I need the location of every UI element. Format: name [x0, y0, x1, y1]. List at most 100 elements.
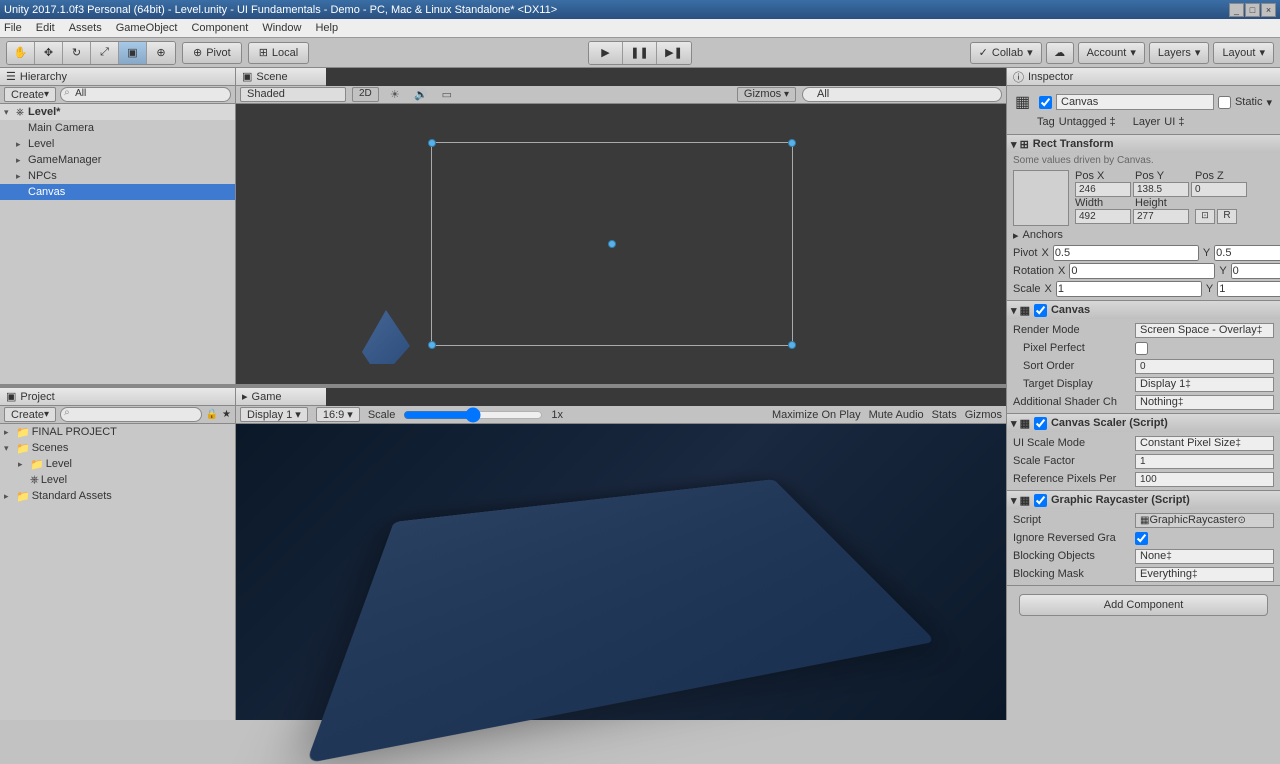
move-tool[interactable]: ✥ — [35, 42, 63, 64]
shader-channels-dropdown[interactable]: Nothing ‡ — [1135, 395, 1274, 410]
lighting-icon[interactable]: ☀ — [385, 87, 405, 102]
add-component-button[interactable]: Add Component — [1019, 594, 1268, 616]
hierarchy-item-selected[interactable]: Canvas — [0, 184, 235, 200]
blocking-objects-dropdown[interactable]: None ‡ — [1135, 549, 1274, 564]
project-item[interactable]: ▸📁 Level — [0, 456, 235, 472]
project-create[interactable]: Create ▾ — [4, 407, 56, 422]
display-dropdown[interactable]: Display 1 ▾ — [240, 407, 308, 422]
project-item[interactable]: ▸📁 FINAL PROJECT — [0, 424, 235, 440]
menu-file[interactable]: File — [4, 22, 22, 34]
favorite-icon[interactable]: ★ — [222, 409, 231, 420]
hierarchy-tab[interactable]: ☰ Hierarchy — [0, 68, 235, 86]
scene-tab[interactable]: ▣ Scene — [236, 68, 326, 86]
maximize-button[interactable]: □ — [1245, 3, 1260, 17]
scale-mode-dropdown[interactable]: Constant Pixel Size ‡ — [1135, 436, 1274, 451]
menu-gameobject[interactable]: GameObject — [116, 22, 178, 34]
graphic-raycaster-header[interactable]: ▾ ▦ Graphic Raycaster (Script) — [1007, 491, 1280, 509]
pixel-perfect-checkbox[interactable] — [1135, 342, 1148, 355]
cloud-button[interactable]: ☁ — [1046, 42, 1074, 64]
shading-mode[interactable]: Shaded — [240, 87, 346, 102]
posz-field[interactable] — [1191, 182, 1247, 197]
minimize-button[interactable]: _ — [1229, 3, 1244, 17]
project-item[interactable]: ⎈ Level — [0, 472, 235, 488]
hierarchy-item[interactable]: ▸NPCs — [0, 168, 235, 184]
play-button[interactable]: ▶ — [589, 42, 623, 64]
project-item[interactable]: ▾📁 Scenes — [0, 440, 235, 456]
menu-window[interactable]: Window — [262, 22, 301, 34]
audio-icon[interactable]: 🔊 — [411, 87, 431, 102]
inspector-tab[interactable]: ⓘ Inspector — [1007, 68, 1280, 86]
target-display-dropdown[interactable]: Display 1 ‡ — [1135, 377, 1274, 392]
pivot-handle[interactable] — [608, 240, 616, 248]
scale-slider[interactable] — [403, 407, 543, 423]
filter-icon[interactable]: 🔒 — [206, 409, 218, 420]
blueprint-toggle[interactable]: ⊡ — [1195, 209, 1215, 224]
fx-icon[interactable]: ▭ — [437, 87, 457, 102]
hierarchy-item[interactable]: ▸Level — [0, 136, 235, 152]
local-toggle[interactable]: ⊞ Local — [248, 42, 310, 64]
sort-order-field[interactable]: 0 — [1135, 359, 1274, 374]
canvas-enabled[interactable] — [1034, 304, 1047, 317]
close-button[interactable]: × — [1261, 3, 1276, 17]
pivot-y[interactable] — [1214, 245, 1280, 261]
hierarchy-item[interactable]: Main Camera — [0, 120, 235, 136]
blocking-mask-dropdown[interactable]: Everything ‡ — [1135, 567, 1274, 582]
width-field[interactable] — [1075, 209, 1131, 224]
rotate-tool[interactable]: ↻ — [63, 42, 91, 64]
layer-dropdown[interactable]: UI ‡ — [1164, 116, 1234, 128]
ref-pixels-field[interactable]: 100 — [1135, 472, 1274, 487]
aspect-dropdown[interactable]: 16:9 ▾ — [316, 407, 360, 422]
tag-dropdown[interactable]: Untagged ‡ — [1059, 116, 1129, 128]
posx-field[interactable] — [1075, 182, 1131, 197]
canvas-scaler-header[interactable]: ▾ ▦ Canvas Scaler (Script) — [1007, 414, 1280, 432]
layers-dropdown[interactable]: Layers ▾ — [1149, 42, 1210, 64]
scene-row[interactable]: ▾⎈Level* — [0, 104, 235, 120]
scene-view[interactable] — [236, 104, 1006, 384]
raycaster-enabled[interactable] — [1034, 494, 1047, 507]
active-checkbox[interactable] — [1039, 96, 1052, 109]
hierarchy-search[interactable]: All — [60, 87, 231, 102]
scale-x[interactable] — [1056, 281, 1202, 297]
scale-factor-field[interactable]: 1 — [1135, 454, 1274, 469]
anchor-preset[interactable] — [1013, 170, 1069, 226]
step-button[interactable]: ▶❚ — [657, 42, 691, 64]
pause-button[interactable]: ❚❚ — [623, 42, 657, 64]
transform-tool[interactable]: ⊕ — [147, 42, 175, 64]
rect-transform-header[interactable]: ▾ ⊞ Rect Transform — [1007, 135, 1280, 153]
menu-component[interactable]: Component — [191, 22, 248, 34]
project-search[interactable] — [60, 407, 202, 422]
hierarchy-create[interactable]: Create ▾ — [4, 87, 56, 102]
stats-toggle[interactable]: Stats — [932, 409, 957, 421]
rot-x[interactable] — [1069, 263, 1215, 279]
gizmos-dropdown[interactable]: Gizmos ▾ — [737, 87, 796, 102]
scale-tool[interactable]: ⤢ — [91, 42, 119, 64]
project-item[interactable]: ▸📁 Standard Assets — [0, 488, 235, 504]
render-mode-dropdown[interactable]: Screen Space - Overlay ‡ — [1135, 323, 1274, 338]
height-field[interactable] — [1133, 209, 1189, 224]
game-tab[interactable]: ▸ Game — [236, 388, 326, 406]
scaler-enabled[interactable] — [1034, 417, 1047, 430]
scene-search[interactable]: All — [802, 87, 1002, 102]
collab-dropdown[interactable]: ✓ Collab ▾ — [970, 42, 1042, 64]
account-dropdown[interactable]: Account ▾ — [1078, 42, 1145, 64]
2d-toggle[interactable]: 2D — [352, 87, 379, 102]
menu-assets[interactable]: Assets — [69, 22, 102, 34]
canvas-component-header[interactable]: ▾ ▦ Canvas — [1007, 301, 1280, 319]
posy-field[interactable] — [1133, 182, 1189, 197]
layout-dropdown[interactable]: Layout ▾ — [1213, 42, 1274, 64]
ignore-reversed-checkbox[interactable] — [1135, 532, 1148, 545]
pivot-toggle[interactable]: ⊕ Pivot — [182, 42, 242, 64]
mute-audio[interactable]: Mute Audio — [869, 409, 924, 421]
scale-y[interactable] — [1217, 281, 1280, 297]
hierarchy-item[interactable]: ▸GameManager — [0, 152, 235, 168]
raw-toggle[interactable]: R — [1217, 209, 1237, 224]
pivot-x[interactable] — [1053, 245, 1199, 261]
hand-tool[interactable]: ✋ — [7, 42, 35, 64]
maximize-on-play[interactable]: Maximize On Play — [772, 409, 861, 421]
static-checkbox[interactable] — [1218, 96, 1231, 109]
game-gizmos[interactable]: Gizmos — [965, 409, 1002, 421]
project-tab[interactable]: ▣ Project — [0, 388, 235, 406]
object-name-field[interactable] — [1056, 94, 1214, 110]
menu-edit[interactable]: Edit — [36, 22, 55, 34]
rot-y[interactable] — [1231, 263, 1280, 279]
